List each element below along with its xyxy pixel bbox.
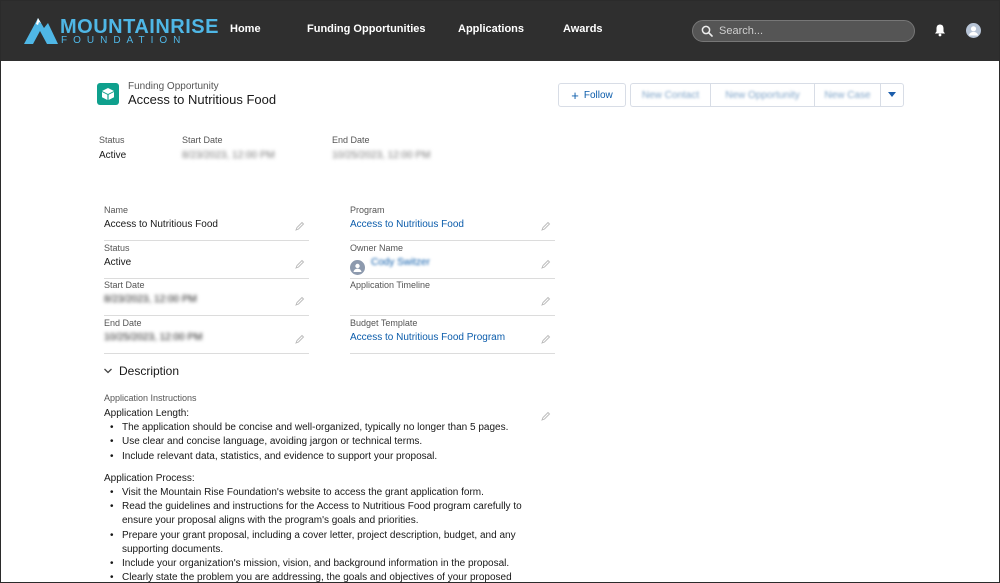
- pencil-icon[interactable]: [295, 334, 305, 344]
- length-heading: Application Length:: [104, 408, 190, 419]
- page-title: Access to Nutritious Food: [128, 92, 277, 107]
- nav-home[interactable]: Home: [230, 23, 261, 35]
- application-instructions-text: Application Length: The application shou…: [104, 407, 534, 583]
- list-item: Prepare your grant proposal, including a…: [104, 529, 534, 557]
- more-actions-dropdown[interactable]: [880, 83, 904, 107]
- application-instructions-label: Application Instructions: [104, 393, 197, 403]
- list-item: Include your organization's mission, vis…: [104, 557, 534, 571]
- new-opportunity-label: New Opportunity: [725, 89, 800, 101]
- field-label: Start Date: [104, 280, 145, 290]
- owner-avatar-icon: [350, 260, 365, 275]
- plus-icon: +: [571, 87, 579, 103]
- pencil-icon[interactable]: [295, 259, 305, 269]
- new-contact-label: New Contact: [641, 89, 700, 101]
- follow-label: Follow: [583, 89, 613, 101]
- pencil-icon[interactable]: [541, 296, 551, 306]
- list-item: Read the guidelines and instructions for…: [104, 500, 534, 528]
- list-item: Visit the Mountain Rise Foundation's web…: [104, 486, 534, 500]
- foundation-logo[interactable]: MOUNTAINRISE FOUNDATION: [24, 14, 218, 46]
- record-actions: + Follow New Contact New Opportunity New…: [558, 83, 904, 107]
- field-label: Budget Template: [350, 318, 418, 328]
- highlight-status-value: Active: [99, 150, 127, 161]
- new-case-label: New Case: [824, 89, 871, 101]
- box-icon: [97, 83, 119, 105]
- process-heading: Application Process:: [104, 472, 195, 484]
- field-end-date: End Date 10/25/2023, 12:00 PM: [104, 316, 309, 354]
- highlight-status-label: Status: [99, 135, 125, 145]
- new-case-button[interactable]: New Case: [814, 83, 880, 107]
- field-start-date: Start Date 8/23/2023, 12:00 PM: [104, 278, 309, 316]
- field-value: Access to Nutritious Food: [104, 219, 218, 230]
- length-list: The application should be concise and we…: [104, 421, 534, 464]
- search-input[interactable]: [719, 23, 904, 39]
- field-label: Application Timeline: [350, 280, 431, 290]
- list-item: Clearly state the problem you are addres…: [104, 571, 534, 583]
- nav-applications[interactable]: Applications: [458, 23, 524, 35]
- field-label: Owner Name: [350, 243, 404, 253]
- pencil-icon[interactable]: [541, 334, 551, 344]
- list-item: Include relevant data, statistics, and e…: [104, 450, 534, 464]
- list-item: The application should be concise and we…: [104, 421, 534, 435]
- program-link[interactable]: Access to Nutritious Food: [350, 219, 464, 230]
- search-box[interactable]: [692, 20, 915, 42]
- field-label: Program: [350, 205, 385, 215]
- field-value: 10/25/2023, 12:00 PM: [104, 332, 203, 343]
- user-avatar-icon[interactable]: [966, 23, 981, 38]
- follow-button[interactable]: + Follow: [558, 83, 626, 107]
- nav-funding-opportunities[interactable]: Funding Opportunities: [307, 23, 426, 35]
- pencil-icon[interactable]: [295, 221, 305, 231]
- pencil-icon[interactable]: [541, 411, 551, 421]
- highlight-end-value: 10/25/2023, 12:00 PM: [332, 150, 431, 161]
- chevron-down-icon: [888, 92, 896, 97]
- process-list: Visit the Mountain Rise Foundation's web…: [104, 486, 534, 583]
- highlight-end-label: End Date: [332, 135, 370, 145]
- search-icon: [701, 25, 713, 37]
- highlight-start-label: Start Date: [182, 135, 223, 145]
- new-opportunity-button[interactable]: New Opportunity: [710, 83, 814, 107]
- field-budget-template: Budget Template Access to Nutritious Foo…: [350, 316, 555, 354]
- field-status: Status Active: [104, 241, 309, 279]
- field-program: Program Access to Nutritious Food: [350, 203, 555, 241]
- list-item: Use clear and concise language, avoiding…: [104, 435, 534, 449]
- record-type-label: Funding Opportunity: [128, 81, 219, 92]
- new-contact-button[interactable]: New Contact: [630, 83, 710, 107]
- pencil-icon[interactable]: [541, 221, 551, 231]
- pencil-icon[interactable]: [541, 259, 551, 269]
- field-label: End Date: [104, 318, 142, 328]
- highlight-start-value: 8/23/2023, 12:00 PM: [182, 150, 275, 161]
- mountain-logo-icon: [24, 18, 58, 44]
- pencil-icon[interactable]: [295, 296, 305, 306]
- chevron-down-icon: [104, 368, 112, 374]
- budget-template-link[interactable]: Access to Nutritious Food Program: [350, 332, 505, 343]
- field-owner: Owner Name Cody Switzer: [350, 241, 555, 279]
- description-section-toggle[interactable]: Description: [103, 364, 179, 378]
- field-value: 8/23/2023, 12:00 PM: [104, 294, 197, 305]
- top-navigation-bar: MOUNTAINRISE FOUNDATION Home Funding Opp…: [0, 0, 1000, 61]
- field-value: Active: [104, 257, 132, 268]
- field-label: Name: [104, 205, 129, 215]
- section-title: Description: [119, 364, 180, 378]
- field-application-timeline: Application Timeline: [350, 278, 555, 316]
- owner-link[interactable]: Cody Switzer: [371, 257, 430, 268]
- nav-awards[interactable]: Awards: [563, 23, 603, 35]
- logo-subtitle: FOUNDATION: [61, 35, 187, 46]
- bell-icon[interactable]: [933, 23, 947, 37]
- field-name: Name Access to Nutritious Food: [104, 203, 309, 241]
- field-label: Status: [104, 243, 130, 253]
